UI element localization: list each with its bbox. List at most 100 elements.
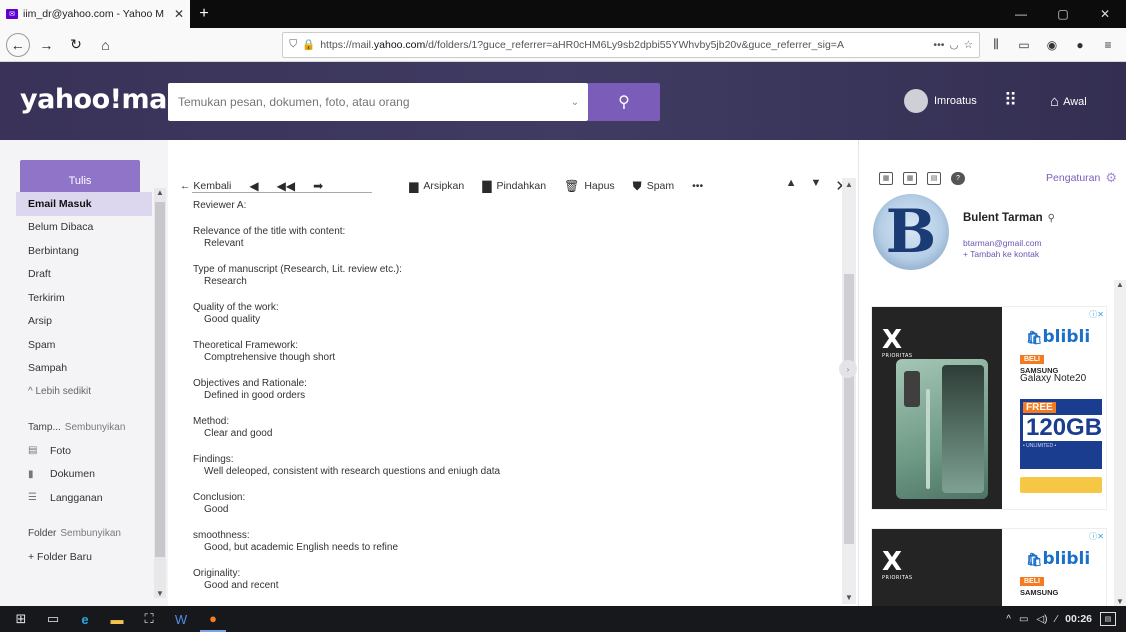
contact-search-icon[interactable]: ⚲ <box>1048 213 1055 224</box>
sidebar-icon[interactable]: ▭ <box>1012 33 1036 57</box>
ad-product: SAMSUNG Galaxy Note20 <box>1020 366 1087 384</box>
shield-icon[interactable]: ⛉ <box>289 38 297 51</box>
windows-taskbar: ⊞ ▭ e ▬ ⛶ W ● ^ ▭ ◁) ∕ 00:26 ▤ <box>0 606 1126 632</box>
folder-trash[interactable]: Sampah <box>16 357 152 381</box>
review-answer: Good, but academic English needs to refi… <box>204 542 399 553</box>
right-scroll-down-icon[interactable]: ▼ <box>1114 597 1126 606</box>
show-hidden-icons-icon[interactable]: ^ <box>1006 614 1011 625</box>
search-button[interactable]: ⚲ <box>588 83 660 121</box>
yahoo-mail-favicon-icon: ✉ <box>6 9 18 19</box>
folder-starred[interactable]: Berbintang <box>16 239 152 263</box>
add-contact-link[interactable]: + Tambah ke kontak <box>963 249 1055 259</box>
task-view-icon[interactable]: ▭ <box>40 606 66 632</box>
apps-grid-icon[interactable]: ⠿ <box>1004 90 1017 111</box>
user-menu[interactable]: Imroatus <box>904 89 977 113</box>
close-tab-icon[interactable]: ✕ <box>174 7 184 21</box>
search-options-chevron-icon[interactable]: ⌄ <box>562 97 588 108</box>
folder-section-header: Folder Sembunyikan <box>16 522 152 546</box>
contacts-icon[interactable]: ▦ <box>879 171 893 185</box>
message-scroll-down-icon[interactable]: ▼ <box>842 593 856 602</box>
review-answer: Clear and good <box>204 428 273 439</box>
right-panel-scrollbar[interactable]: ▲ ▼ <box>1114 280 1126 606</box>
close-window-icon[interactable]: ✕ <box>1084 0 1126 28</box>
search-input[interactable] <box>178 95 562 109</box>
store-icon[interactable]: ⛶ <box>136 606 162 632</box>
yahoo-mail-logo[interactable]: yahoo!mail <box>20 84 185 115</box>
windows-start-icon[interactable]: ⊞ <box>8 606 34 632</box>
settings-link[interactable]: Pengaturan ⚙ <box>1046 170 1117 186</box>
firefox-icon[interactable]: ● <box>200 606 226 632</box>
message-scroll-thumb[interactable] <box>844 274 854 544</box>
right-scroll-up-icon[interactable]: ▲ <box>1114 280 1126 289</box>
review-question: Reviewer A: <box>193 200 247 211</box>
clock[interactable]: 00:26 <box>1065 613 1092 625</box>
library-icon[interactable]: ⫼ <box>984 33 1008 57</box>
views-hide-link[interactable]: Sembunyikan <box>65 422 126 433</box>
new-tab-button[interactable]: + <box>190 0 218 28</box>
show-less-link[interactable]: ^ Lebih sedikit <box>16 380 152 404</box>
word-icon[interactable]: W <box>168 606 194 632</box>
maximize-icon[interactable]: ▢ <box>1042 0 1084 28</box>
review-question: Quality of the work: <box>193 302 279 313</box>
gear-icon: ⚙ <box>1105 170 1117 185</box>
notification-icon[interactable]: ▤ <box>1100 612 1116 626</box>
minimize-icon[interactable]: — <box>1000 0 1042 28</box>
extension-icon[interactable]: ● <box>1068 33 1092 57</box>
account-icon[interactable]: ◉ <box>1040 33 1064 57</box>
back-icon[interactable]: ← <box>6 32 30 57</box>
contact-email[interactable]: btarman@gmail.com <box>963 238 1055 248</box>
file-explorer-icon[interactable]: ▬ <box>104 606 130 632</box>
menu-icon[interactable]: ≡ <box>1096 33 1120 57</box>
review-answer: Research <box>204 276 247 287</box>
folder-hide-link[interactable]: Sembunyikan <box>60 528 121 539</box>
volume-icon[interactable]: ◁) <box>1036 614 1047 625</box>
review-field: Type of manuscript (Research, Lit. revie… <box>193 264 500 288</box>
folder-drafts[interactable]: Draft <box>16 263 152 287</box>
help-icon[interactable]: ? <box>951 171 965 185</box>
folder-sent[interactable]: Terkirim <box>16 286 152 310</box>
folder-items: Email Masuk Belum Dibaca Berbintang Draf… <box>16 192 152 569</box>
sidebar-scrollbar[interactable]: ▲ ▼ <box>154 188 166 598</box>
scroll-down-icon[interactable]: ▼ <box>154 589 166 598</box>
edge-browser-icon[interactable]: e <box>72 606 98 632</box>
ad2-info-icon[interactable]: ⓘ✕ <box>1089 531 1104 542</box>
message-scrollbar[interactable]: ▲ ▼ <box>842 178 856 604</box>
pen-icon[interactable]: ∕ <box>1055 614 1057 625</box>
contact-info: Bulent Tarman ⚲ btarman@gmail.com + Tamb… <box>963 194 1055 270</box>
avatar <box>904 89 928 113</box>
reload-icon[interactable]: ↻ <box>63 32 89 58</box>
review-question: Originality: <box>193 568 241 579</box>
folder-inbox[interactable]: Email Masuk <box>16 192 152 216</box>
bookmark-star-icon[interactable]: ☆ <box>964 39 973 51</box>
review-question: Method: <box>193 416 230 427</box>
browser-toolbar-right: ⫼ ▭ ◉ ● ≡ <box>984 33 1120 57</box>
forward-icon[interactable]: → <box>34 32 60 58</box>
browser-tab[interactable]: ✉ iim_dr@yahoo.com - Yahoo M ✕ <box>0 0 190 28</box>
network-icon[interactable]: ▭ <box>1019 614 1028 625</box>
home-link[interactable]: ⌂ Awal <box>1050 93 1087 110</box>
sidebar-scroll-thumb[interactable] <box>155 202 165 557</box>
contact-avatar[interactable]: B <box>873 194 949 270</box>
review-field: Quality of the work: Good quality <box>193 302 500 326</box>
advertisement-second[interactable]: X PRIORITAS ⓘ✕ 🛍blibli BELI SAMSUNG <box>871 528 1107 608</box>
ad-info-icon[interactable]: ⓘ✕ <box>1089 309 1104 320</box>
new-folder-button[interactable]: + Folder Baru <box>16 545 152 569</box>
folder-unread[interactable]: Belum Dibaca <box>16 216 152 240</box>
advertisement[interactable]: X PRIORITAS ⓘ✕ 🛍blibli BELI SAMSUNG Galaxy… <box>871 306 1107 510</box>
home-icon[interactable]: ⌂ <box>93 32 119 58</box>
view-photos[interactable]: ▤ Foto <box>16 439 152 463</box>
message-scroll-up-icon[interactable]: ▲ <box>842 180 856 189</box>
calendar-icon[interactable]: ▦ <box>903 171 917 185</box>
url-bar[interactable]: ⛉ 🔒 https://mail.yahoo.com/d/folders/1?g… <box>282 31 981 58</box>
view-documents[interactable]: ▮ Dokumen <box>16 463 152 487</box>
notepad-icon[interactable]: ▤ <box>927 171 941 185</box>
ad-free-offer: FREE 120GB • UNLIMITED • <box>1020 399 1106 469</box>
folder-archive[interactable]: Arsip <box>16 310 152 334</box>
folder-spam[interactable]: Spam <box>16 333 152 357</box>
lock-icon[interactable]: 🔒 <box>302 38 315 51</box>
pocket-icon[interactable]: ◡ <box>949 39 958 51</box>
collapse-panel-icon[interactable]: › <box>839 360 857 378</box>
view-subscriptions[interactable]: ☰ Langganan <box>16 486 152 510</box>
page-actions-icon[interactable]: ••• <box>933 39 944 51</box>
scroll-up-icon[interactable]: ▲ <box>154 188 166 197</box>
